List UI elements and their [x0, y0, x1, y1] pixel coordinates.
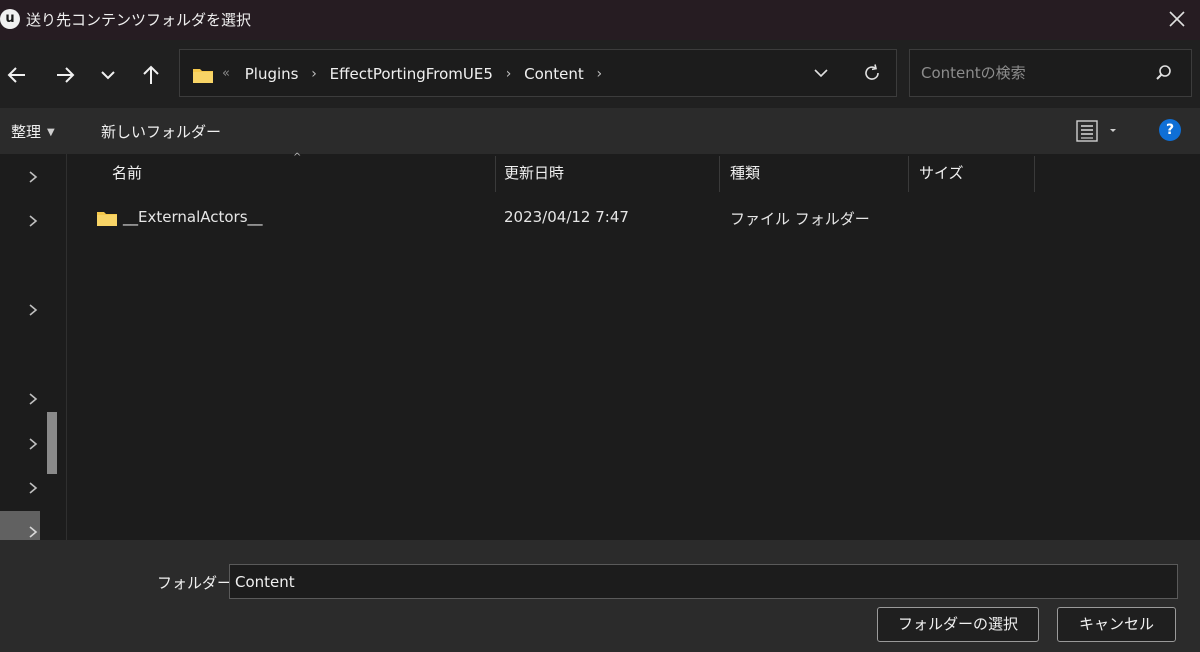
folder-name-input[interactable]	[229, 564, 1178, 599]
back-button[interactable]	[4, 62, 30, 88]
breadcrumb-separator-icon[interactable]: ›	[506, 66, 512, 82]
tree-expander[interactable]	[24, 168, 42, 186]
close-icon	[1169, 11, 1185, 27]
title-bar: u 送り先コンテンツフォルダを選択	[0, 0, 1200, 40]
file-type: ファイル フォルダー	[730, 210, 870, 228]
arrow-left-icon	[7, 67, 25, 83]
navigation-bar: « Plugins › EffectPortingFromUE5 › Conte…	[0, 40, 1200, 108]
search-icon[interactable]	[1155, 64, 1173, 82]
command-bar: 整理 ▼ 新しいフォルダー ?	[0, 108, 1200, 154]
unreal-logo-icon: u	[0, 9, 20, 29]
recent-locations-button[interactable]	[95, 62, 121, 88]
tree-expander[interactable]	[24, 435, 42, 453]
chevron-down-icon	[814, 69, 828, 78]
file-name[interactable]: __ExternalActors__	[123, 208, 263, 226]
dialog-footer: フォルダー: フォルダーの選択 キャンセル	[0, 540, 1200, 652]
breadcrumb-item-plugins[interactable]: Plugins	[245, 65, 299, 83]
table-row[interactable]: __ExternalActors__ 2023/04/12 7:47 ファイル …	[67, 202, 1200, 232]
column-header-type[interactable]: 種類	[730, 154, 900, 192]
column-header-date-modified[interactable]: 更新日時	[504, 154, 714, 192]
arrow-up-icon	[143, 65, 159, 84]
chevron-right-icon	[29, 438, 38, 450]
tree-expander[interactable]	[24, 390, 42, 408]
refresh-icon	[865, 64, 879, 80]
column-header-size[interactable]: サイズ	[919, 154, 1029, 192]
breadcrumb-separator-icon[interactable]: ›	[597, 66, 603, 82]
navigation-pane	[0, 154, 67, 540]
refresh-button[interactable]	[861, 62, 883, 84]
tree-expander[interactable]	[24, 523, 42, 541]
chevron-down-icon	[101, 71, 115, 80]
new-folder-button[interactable]: 新しいフォルダー	[101, 121, 221, 142]
chevron-right-icon	[29, 482, 38, 494]
chevron-right-icon	[29, 171, 38, 183]
file-list: ^ 名前 更新日時 種類 サイズ __ExternalActors__ 2023…	[67, 152, 1200, 540]
folder-label: フォルダー:	[157, 574, 238, 592]
breadcrumb-overflow[interactable]: «	[222, 66, 230, 81]
column-divider[interactable]	[908, 156, 909, 192]
column-divider[interactable]	[1034, 156, 1035, 192]
details-view-icon	[1076, 120, 1116, 142]
organize-menu[interactable]: 整理 ▼	[11, 121, 55, 142]
forward-button[interactable]	[52, 62, 78, 88]
tree-expander[interactable]	[24, 212, 42, 230]
search-input[interactable]	[919, 63, 1143, 83]
navigation-scrollbar[interactable]	[47, 412, 57, 474]
folder-icon	[193, 69, 213, 83]
tree-expander[interactable]	[24, 479, 42, 497]
caret-down-icon: ▼	[47, 127, 55, 138]
tree-expander[interactable]	[24, 301, 42, 319]
chevron-right-icon	[29, 215, 38, 227]
chevron-right-icon	[29, 526, 38, 538]
close-button[interactable]	[1164, 6, 1190, 32]
select-folder-button[interactable]: フォルダーの選択	[877, 607, 1039, 642]
breadcrumb-separator-icon[interactable]: ›	[311, 66, 317, 82]
column-header-name[interactable]: 名前	[112, 154, 492, 192]
arrow-right-icon	[57, 67, 75, 83]
help-button[interactable]: ?	[1159, 119, 1181, 141]
breadcrumb-item-effectporting[interactable]: EffectPortingFromUE5	[330, 65, 493, 83]
organize-label: 整理	[11, 123, 42, 141]
chevron-right-icon	[29, 393, 38, 405]
column-divider[interactable]	[719, 156, 720, 192]
window-title: 送り先コンテンツフォルダを選択	[26, 11, 252, 29]
chevron-right-icon	[29, 304, 38, 316]
column-divider[interactable]	[495, 156, 496, 192]
search-box[interactable]	[909, 49, 1192, 97]
cancel-button[interactable]: キャンセル	[1057, 607, 1176, 642]
up-button[interactable]	[138, 62, 164, 88]
file-modified: 2023/04/12 7:47	[504, 208, 629, 226]
folder-icon	[97, 212, 117, 226]
address-dropdown-button[interactable]	[810, 62, 832, 84]
breadcrumb-item-content[interactable]: Content	[524, 65, 584, 83]
breadcrumb: « Plugins › EffectPortingFromUE5 › Conte…	[222, 64, 610, 83]
address-bar[interactable]: « Plugins › EffectPortingFromUE5 › Conte…	[179, 49, 897, 97]
view-options-button[interactable]	[1076, 120, 1122, 146]
